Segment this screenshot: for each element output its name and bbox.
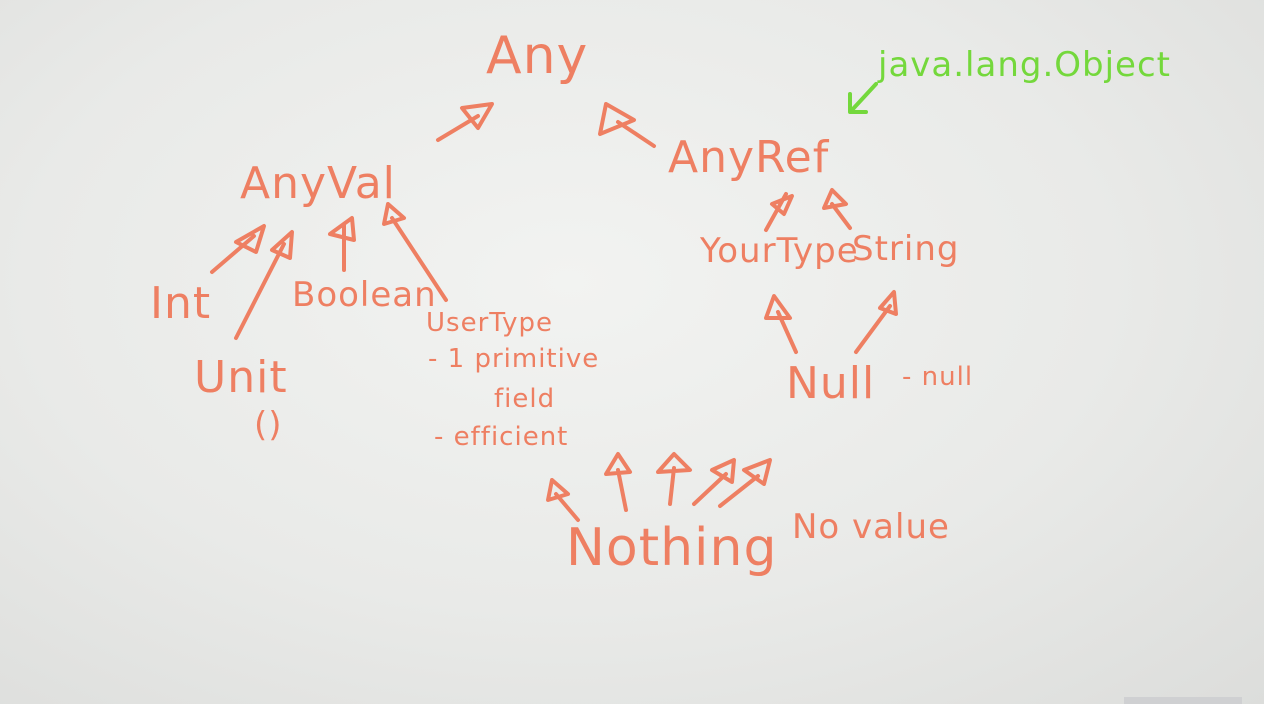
node-anyref: AnyRef [668, 132, 830, 183]
nothing-note-novalue: No value [792, 507, 950, 547]
node-anyval: AnyVal [240, 158, 396, 209]
arrow-boolean-to-anyval [328, 216, 356, 272]
arrow-null-to-string [854, 290, 898, 354]
node-unit-value: () [254, 405, 283, 445]
arrow-anyval-to-any [436, 102, 494, 142]
arrow-nothing-up-4 [718, 458, 772, 508]
inheritance-arrows [210, 82, 898, 522]
node-yourtype: YourType [700, 231, 859, 271]
node-boolean: Boolean [292, 275, 437, 315]
arrow-nothing-to-usertype [546, 478, 580, 522]
arrow-nothing-up-2 [656, 452, 692, 506]
arrow-anyref-to-any [598, 102, 656, 148]
node-int: Int [150, 278, 212, 329]
null-value-note: - null [902, 362, 974, 392]
arrow-nothing-up-1 [604, 452, 632, 512]
node-string: String [852, 229, 960, 269]
annotation-java-object: java.lang.Object [878, 45, 1171, 85]
arrow-java-object-to-anyref [848, 82, 878, 114]
usertype-note-field: field [494, 384, 556, 414]
usertype-note-efficient: - efficient [434, 422, 569, 452]
node-any: Any [486, 26, 589, 86]
whiteboard: Any AnyRef java.lang.Object AnyVal Int B… [0, 0, 1264, 704]
usertype-note-primitive: - 1 primitive [428, 344, 600, 374]
arrow-int-to-anyval [210, 224, 266, 274]
node-nothing: Nothing [566, 518, 778, 578]
node-usertype: UserType [426, 308, 553, 338]
board-edge-shadow [1124, 697, 1242, 704]
arrow-null-to-yourtype [764, 294, 798, 354]
node-null: Null [786, 358, 876, 409]
arrow-string-to-anyref [822, 188, 852, 230]
node-unit: Unit [194, 352, 288, 403]
arrow-yourtype-to-anyref [764, 192, 794, 232]
